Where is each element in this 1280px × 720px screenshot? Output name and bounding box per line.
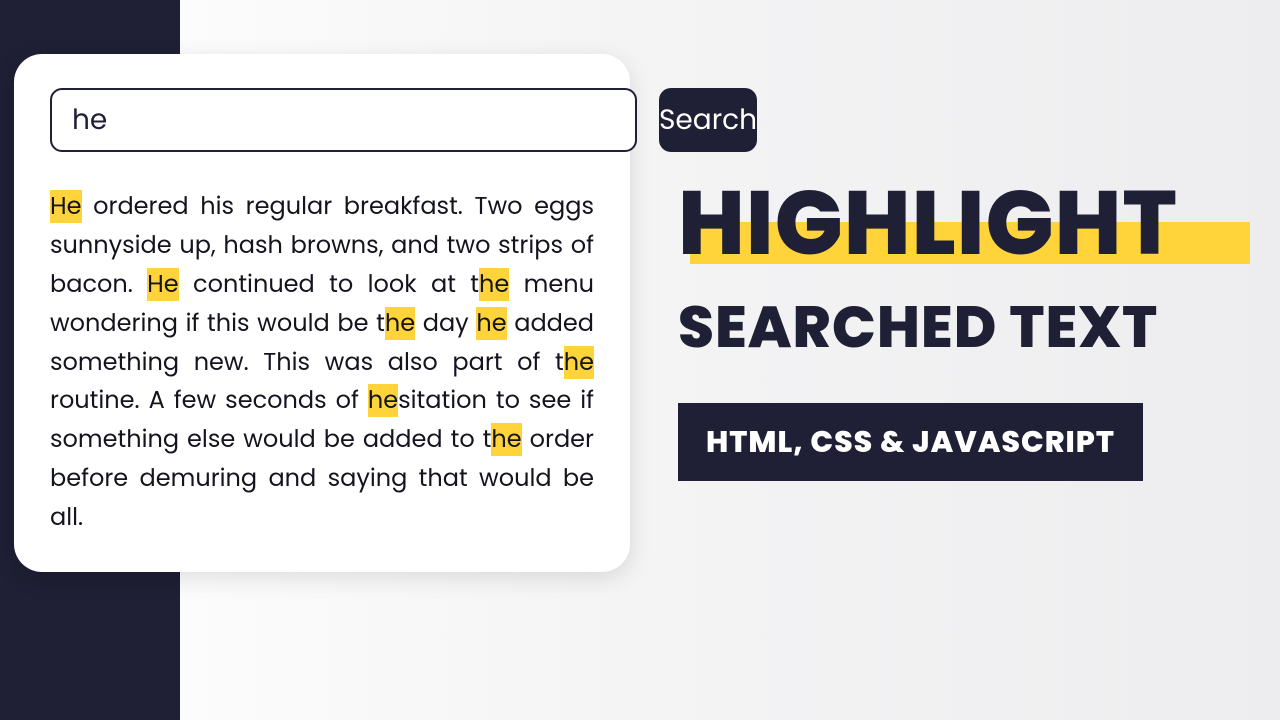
search-card: Search He ordered his regular breakfast.…: [14, 54, 630, 572]
title-searched: SEARCHED TEXT: [678, 298, 1278, 359]
highlight-mark: he: [476, 307, 506, 340]
search-button[interactable]: Search: [659, 88, 757, 152]
highlight-mark: He: [147, 268, 179, 301]
tech-badge: HTML, CSS & JAVASCRIPT: [678, 403, 1143, 481]
highlight-mark: he: [479, 268, 509, 301]
title-highlight: HIGHLIGHT: [678, 178, 1178, 268]
highlight-mark: he: [385, 307, 415, 340]
highlight-mark: he: [564, 346, 594, 379]
search-row: Search: [50, 88, 594, 152]
right-title-block: HIGHLIGHT SEARCHED TEXT HTML, CSS & JAVA…: [678, 178, 1278, 481]
highlight-mark: he: [491, 423, 521, 456]
highlight-mark: He: [50, 190, 82, 223]
highlight-mark: he: [368, 384, 398, 417]
paragraph-text: He ordered his regular breakfast. Two eg…: [50, 188, 594, 538]
title-highlight-wrap: HIGHLIGHT: [678, 178, 1178, 268]
search-input[interactable]: [50, 88, 637, 152]
